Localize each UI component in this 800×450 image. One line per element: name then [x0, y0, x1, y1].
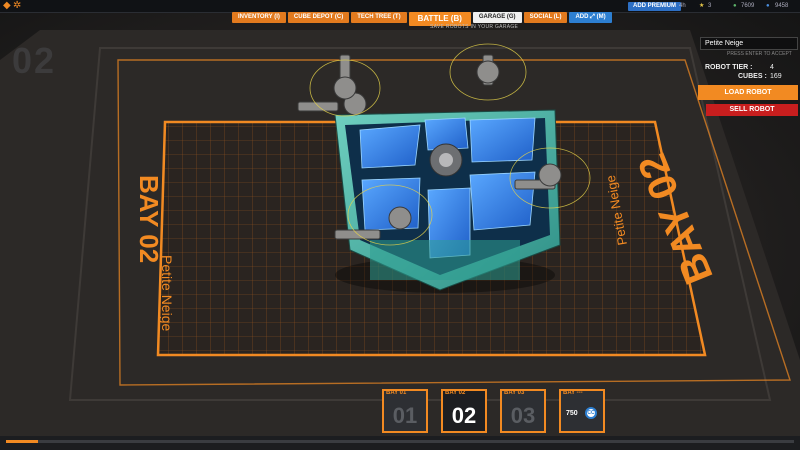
- bay-slot-01[interactable]: BAY 01 01: [382, 389, 428, 433]
- bay-number-watermark: 02: [12, 40, 57, 81]
- bay-slot-number: 02: [451, 403, 477, 428]
- loading-progress-track: [6, 440, 794, 443]
- press-enter-hint: PRESS ENTER TO ACCEPT: [727, 51, 792, 57]
- bay-slot-03[interactable]: BAY 03 03: [500, 389, 546, 433]
- garage-floor-scene: BAY 02 Petite Neige BAY 02 Petite Neige: [0, 30, 800, 450]
- tab-tech-tree[interactable]: TECH TREE (T): [351, 12, 407, 23]
- robits-value: 7609: [741, 3, 755, 9]
- cosmetic-credits-icon: ●: [766, 3, 770, 9]
- cubes-label: CUBES :: [738, 73, 767, 80]
- tab-inventory[interactable]: INVENTORY (I): [232, 12, 286, 23]
- tier-star-icon: ★: [699, 3, 705, 9]
- bay-slot-label: BAY 01: [386, 390, 407, 396]
- bay-slot-label: BAY 02: [445, 390, 466, 396]
- tab-social[interactable]: SOCIAL (L): [523, 12, 568, 23]
- loading-progress-fill: [6, 440, 38, 443]
- cosmetic-credit-icon: CC: [585, 407, 597, 419]
- tab-add-label: ADD: [575, 14, 589, 20]
- premium-time: 4h: [679, 3, 686, 9]
- tab-hint: SAVE ROBOTS IN YOUR GARAGE: [430, 24, 519, 30]
- sell-robot-button[interactable]: SELL ROBOT: [706, 104, 798, 116]
- tab-add-hotkey: (M): [596, 14, 606, 20]
- settings-gear-icon[interactable]: ✲: [13, 1, 21, 11]
- bay-slot-number: 01: [392, 403, 418, 428]
- tab-add-friend[interactable]: ADD ⤢ (M): [569, 12, 612, 23]
- robot-model[interactable]: [334, 109, 561, 293]
- bay-slot-02[interactable]: BAY 02 02: [441, 389, 487, 433]
- main-tab-bar: INVENTORY (I) CUBE DEPOT (C) TECH TREE (…: [232, 12, 612, 26]
- tab-garage[interactable]: GARAGE (G): [472, 12, 522, 23]
- expand-icon: ⤢: [590, 14, 595, 20]
- svg-text:Petite Neige: Petite Neige: [159, 255, 175, 331]
- bay-price: 750: [566, 410, 578, 417]
- add-premium-button[interactable]: ADD PREMIUM: [628, 2, 681, 11]
- robot-tier-label: ROBOT TIER :: [705, 64, 753, 71]
- floor-bay-label-left: BAY 02: [134, 175, 164, 263]
- cosmetic-credits-value: 9458: [775, 3, 789, 9]
- robot-name-input[interactable]: Petite Neige: [700, 37, 798, 50]
- bay-slot-label: BAY 03: [504, 390, 525, 396]
- robot-head-icon[interactable]: ◆: [3, 1, 11, 11]
- bay-slot-number: 03: [510, 403, 536, 428]
- buy-bay-slot[interactable]: BAY --- 750 CC: [559, 389, 605, 433]
- cubes-value: 169: [770, 73, 782, 80]
- robits-icon: ●: [733, 3, 737, 9]
- floor-robot-name-left: Petite Neige: [159, 255, 175, 331]
- robot-tier-value: 4: [770, 64, 774, 71]
- svg-text:BAY 02: BAY 02: [134, 175, 164, 263]
- tab-cube-depot[interactable]: CUBE DEPOT (C): [287, 12, 350, 23]
- bottom-bar: [0, 436, 800, 450]
- tier-value: 3: [708, 3, 712, 9]
- load-robot-button[interactable]: LOAD ROBOT: [698, 85, 798, 100]
- game-viewport: BAY 02 Petite Neige BAY 02 Petite Neige: [0, 0, 800, 450]
- bay-slot-label: BAY ---: [563, 390, 583, 396]
